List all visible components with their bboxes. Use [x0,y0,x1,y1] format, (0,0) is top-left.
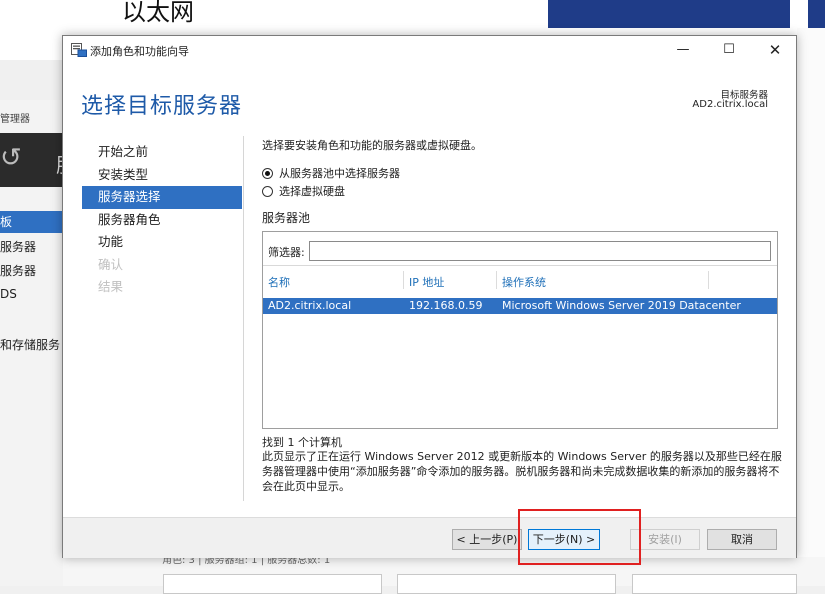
option-server-pool-label: 从服务器池中选择服务器 [279,167,400,180]
server-pool-label: 服务器池 [262,211,311,225]
background-nav-item[interactable]: 板 [0,211,63,233]
background-nav-item[interactable]: 和存储服务 [0,336,60,353]
previous-button[interactable]: < 上一步(P) [452,529,522,550]
info-note: 此页显示了正在运行 Windows Server 2012 或更新版本的 Win… [262,450,782,493]
annotation-highlight-box [518,509,641,565]
window-title: 添加角色和功能向导 [90,45,189,58]
background-blue-band [548,0,790,28]
title-bar[interactable]: 添加角色和功能向导 — ☐ ✕ [63,36,796,66]
option-server-pool[interactable]: 从服务器池中选择服务器 [262,165,400,181]
maximize-icon: ☐ [723,42,735,57]
table-row[interactable]: AD2.citrix.local 192.168.0.59 Microsoft … [263,298,777,314]
found-count: 找到 1 个计算机 [262,436,342,449]
background-tile [397,574,616,594]
steps-divider [243,136,244,501]
wizard-steps-nav: 开始之前 安装类型 服务器选择 服务器角色 功能 确认 结果 [82,141,242,299]
column-header-ip[interactable]: IP 地址 [409,274,444,290]
destination-server-value: AD2.citrix.local [692,99,768,110]
step-confirmation: 确认 [98,256,124,272]
radio-checked-icon[interactable] [262,167,273,179]
step-server-selection[interactable]: 服务器选择 [82,186,242,209]
filter-input[interactable] [309,241,771,261]
filter-label: 筛选器: [268,246,305,259]
step-features[interactable]: 功能 [82,231,242,254]
close-button[interactable]: ✕ [752,36,798,66]
intro-text: 选择要安装角色和功能的服务器或虚拟硬盘。 [262,139,482,152]
cancel-button[interactable]: 取消 [707,529,777,550]
minimize-icon: — [676,42,690,57]
page-title: 选择目标服务器 [81,94,243,119]
step-results: 结果 [98,279,124,294]
column-header-row: 名称 IP 地址 操作系统 [263,270,777,290]
button-bar: < 上一步(P) 下一步(N) > 安装(I) 取消 [63,517,796,558]
background-tile [632,574,797,594]
column-header-os[interactable]: 操作系统 [502,274,546,290]
background-blue-band-right [808,0,825,28]
back-arrow-icon[interactable]: ↺ [0,143,22,173]
column-divider[interactable] [708,271,709,289]
minimize-button[interactable]: — [660,36,706,66]
step-server-roles[interactable]: 服务器角色 [82,209,242,232]
close-icon: ✕ [768,41,782,59]
background-right-panel [797,28,825,586]
cell-operating-system: Microsoft Windows Server 2019 Datacenter [502,299,741,312]
background-nav-item[interactable]: 服务器 [0,262,36,279]
background-app-title: 管理器 [0,114,30,125]
cell-ip-address: 192.168.0.59 [409,299,483,312]
radio-unchecked-icon[interactable] [262,185,273,197]
background-tile [163,574,382,594]
background-title: 以太网 [122,0,194,26]
column-divider[interactable] [403,271,404,289]
column-header-name[interactable]: 名称 [268,274,290,290]
option-virtual-disk-label: 选择虚拟硬盘 [279,185,345,198]
background-nav-item[interactable]: 服务器 [0,238,36,255]
server-pool-list: 筛选器: 名称 IP 地址 操作系统 AD2.citrix.local 192.… [262,231,778,429]
option-virtual-disk[interactable]: 选择虚拟硬盘 [262,183,345,199]
server-manager-app-icon [71,43,87,57]
add-roles-wizard-window: 添加角色和功能向导 — ☐ ✕ 选择目标服务器 目标服务器 AD2.citrix… [62,35,797,558]
cell-server-name: AD2.citrix.local [268,299,352,312]
column-divider[interactable] [496,271,497,289]
step-before-you-begin[interactable]: 开始之前 [82,141,242,164]
background-nav-item[interactable]: DS [0,287,17,301]
filter-row: 筛选器: [263,232,777,266]
step-installation-type[interactable]: 安装类型 [82,164,242,187]
maximize-button[interactable]: ☐ [706,36,752,66]
